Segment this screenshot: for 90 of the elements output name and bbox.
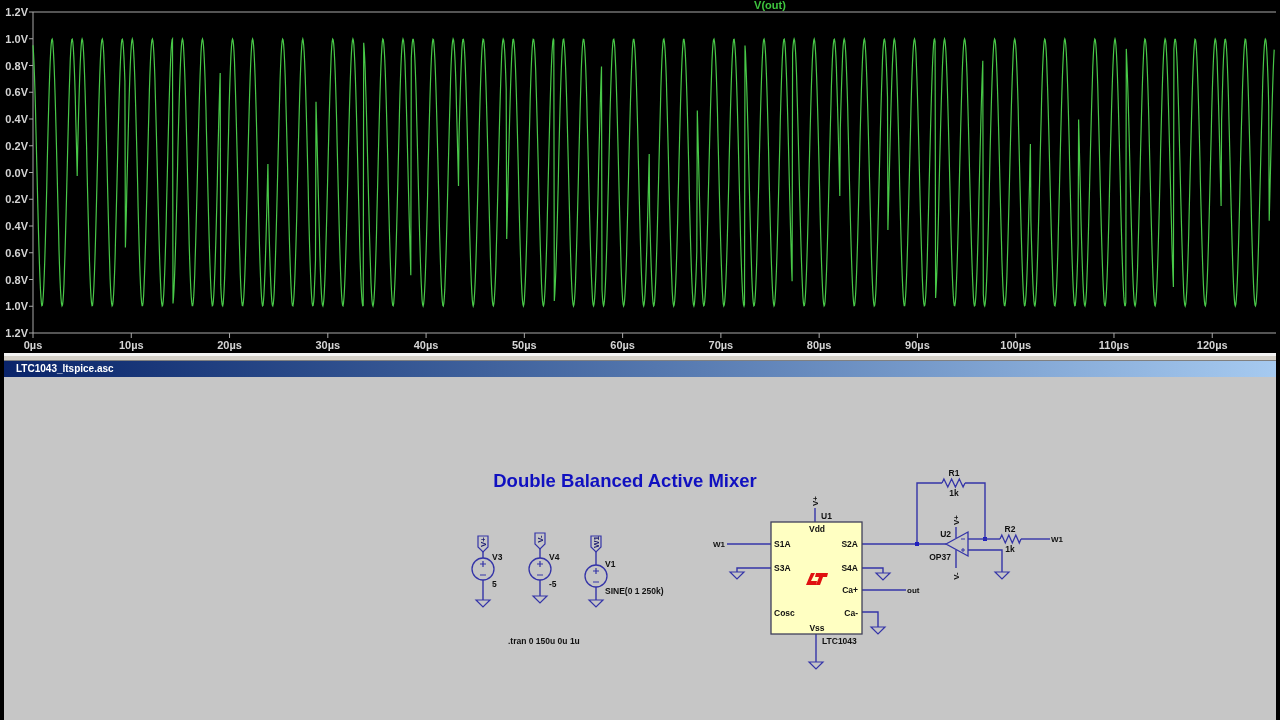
net-flag: W1 [590,535,602,553]
resistor-symbol [999,533,1022,545]
window-title: LTC1043_ltspice.asc [16,364,114,374]
y-axis-label: 0.6V [5,246,28,259]
ground-symbol [728,571,746,580]
x-axis-label: 80µs [806,339,832,351]
wire [967,549,1003,573]
wire [595,551,597,566]
wire [861,567,884,574]
component-name: V3 [492,552,503,562]
component-value: 5 [492,579,497,589]
x-axis-label: 60µs [610,339,635,351]
x-axis-label: 50µs [512,339,537,351]
y-axis-label: 0.8V [5,59,28,72]
net-label: W1 [713,540,725,549]
pin-label: S1A [774,539,791,549]
x-axis-label: 0µs [23,339,43,351]
ground-symbol [874,572,892,581]
wire [595,586,597,601]
component-value: SINE(0 1 250k) [605,586,664,596]
y-axis-label: 0.8V [5,273,28,286]
y-axis-label: 0.2V [5,139,28,152]
wire [539,579,541,597]
pin-label: Vss [809,623,825,633]
component-value: -5 [549,579,557,589]
component-name: V4 [549,552,560,562]
component-name: R1 [948,468,960,478]
spice-directive: .tran 0 150u 0u 1u [508,636,580,646]
y-axis-label: 1.2V [5,327,28,339]
y-axis-label: 1.0V [5,300,28,313]
y-axis-label: 0.4V [5,113,28,125]
x-axis-label: 30µs [315,339,341,351]
x-axis-label: 40µs [413,339,439,351]
pin-label: S4A [841,563,858,573]
wire [814,507,816,523]
wire [539,548,541,559]
trace-label: V(out) [754,0,786,11]
ground-symbol [869,626,887,635]
x-axis-label: 70µs [708,339,734,351]
component-name: V1 [605,559,616,569]
wire [955,526,957,539]
ground-symbol [474,599,492,608]
net-flag: V- [534,532,546,550]
wire [726,543,772,545]
logo-icon [806,573,828,585]
component-name: U2 [940,529,951,539]
x-axis-label: 100µs [1000,339,1032,351]
x-axis-label: 90µs [905,339,930,351]
wire [736,567,772,573]
y-axis-label: 0.4V [5,220,28,232]
schematic-title: Double Balanced Active Mixer [493,470,757,491]
pin-label: Ca+ [842,585,858,595]
wire [815,633,817,663]
wire [482,551,484,559]
component-value: 1k [1005,544,1015,554]
y-axis-label: 1.2V [5,6,28,18]
y-axis-label: 1.0V [5,32,28,45]
wire [861,589,907,591]
component-name: R2 [1004,524,1016,534]
net-flag: V+ [477,535,489,553]
pin-label: S3A [774,563,791,573]
net-label: V+ [951,515,961,525]
pin-label: Cosc [774,608,795,618]
component-name: U1 [821,511,832,521]
part-name: OP37 [929,552,951,562]
x-axis-label: 120µs [1196,339,1228,351]
y-axis-label: 0.0V [5,166,28,179]
wire [482,579,484,601]
ground-symbol [587,599,605,608]
ground-symbol [531,595,549,604]
y-axis-label: 0.2V [5,193,28,206]
x-axis-label: 110µs [1098,339,1130,351]
net-label: V+ [810,496,820,506]
pin-label: S2A [841,539,858,549]
x-axis-label: 20µs [217,339,242,351]
wire [955,549,957,569]
net-label: out [907,586,920,595]
wire [1020,538,1051,540]
y-axis-label: 0.6V [5,86,28,99]
net-label: V- [951,572,961,580]
net-label: W1 [1051,535,1063,544]
x-axis-label: 10µs [118,339,144,351]
pin-label: Vdd [808,524,826,534]
ground-symbol [993,571,1011,580]
ground-symbol [807,661,825,670]
part-name: LTC1043 [822,636,857,646]
component-value: 1k [949,488,959,498]
wire [861,611,879,628]
resistor-symbol [941,477,966,489]
pin-label: Ca- [844,608,858,618]
